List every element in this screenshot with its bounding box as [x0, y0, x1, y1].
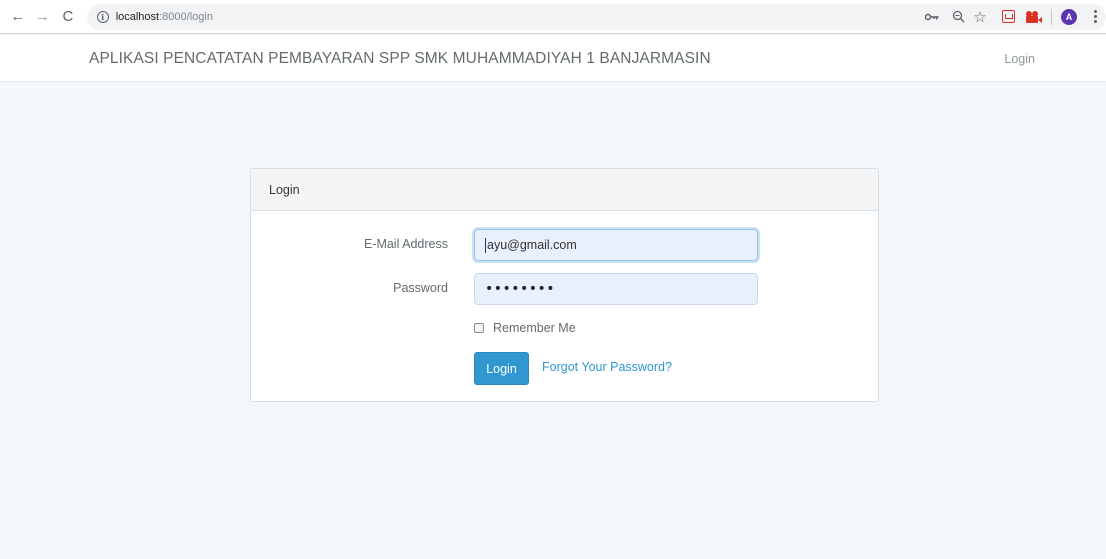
back-arrow-icon[interactable]: ←: [7, 6, 29, 28]
avatar: A: [1061, 8, 1078, 25]
login-card: Login E-Mail Address ayu@gmail.com Passw…: [250, 168, 879, 402]
login-button[interactable]: Login: [474, 352, 529, 385]
email-row: E-Mail Address ayu@gmail.com: [251, 229, 878, 261]
forward-arrow-icon[interactable]: →: [32, 6, 54, 28]
remember-me[interactable]: Remember Me: [474, 321, 576, 335]
menu-icon[interactable]: [1084, 6, 1106, 28]
remember-checkbox[interactable]: [474, 323, 484, 333]
app-navbar: APLIKASI PENCATATAN PEMBAYARAN SPP SMK M…: [0, 35, 1106, 82]
url-host: localhost: [115, 10, 160, 23]
text-caret: [485, 237, 486, 253]
toolbar-divider: [1051, 8, 1053, 25]
password-value: ••••••••: [485, 281, 556, 297]
email-field[interactable]: ayu@gmail.com: [474, 229, 758, 261]
card-header: Login: [251, 169, 878, 211]
browser-toolbar: ← → C i localhost:8000/login ☆ A: [0, 0, 1106, 34]
card-title: Login: [269, 182, 300, 197]
password-field[interactable]: ••••••••: [474, 273, 758, 305]
info-icon[interactable]: i: [96, 10, 109, 23]
profile-avatar[interactable]: A: [1058, 6, 1080, 28]
reload-icon[interactable]: C: [57, 6, 79, 28]
email-value: ayu@gmail.com: [487, 238, 577, 252]
key-icon[interactable]: [921, 6, 943, 28]
email-label: E-Mail Address: [363, 237, 448, 251]
omnibox-actions: ☆ A: [921, 4, 1106, 30]
password-label: Password: [393, 281, 448, 295]
forgot-password-link[interactable]: Forgot Your Password?: [542, 360, 672, 374]
extension-pocket-icon[interactable]: [997, 6, 1019, 28]
star-icon[interactable]: ☆: [969, 6, 991, 28]
remember-label: Remember Me: [493, 321, 576, 335]
zoom-icon[interactable]: [947, 6, 969, 28]
extension-camera-icon[interactable]: [1023, 6, 1045, 28]
address-bar[interactable]: i localhost:8000/login ☆ A: [86, 3, 1106, 30]
brand-title[interactable]: APLIKASI PENCATATAN PEMBAYARAN SPP SMK M…: [89, 50, 711, 68]
password-row: Password ••••••••: [251, 273, 878, 305]
nav-login-link[interactable]: Login: [1004, 52, 1035, 66]
url-path: :8000/login: [159, 10, 213, 23]
